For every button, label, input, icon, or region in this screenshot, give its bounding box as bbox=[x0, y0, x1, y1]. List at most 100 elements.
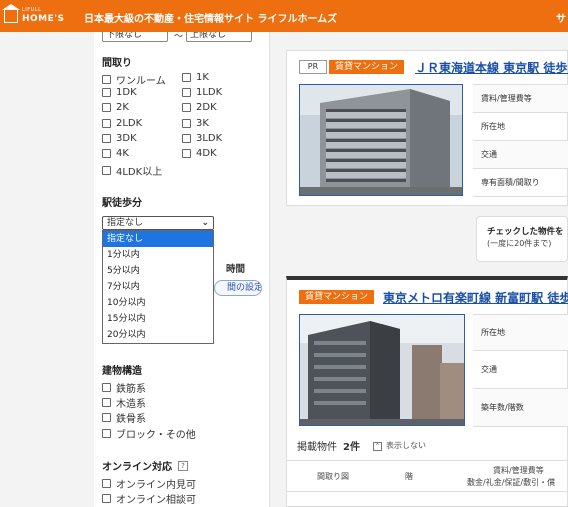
structure-checkbox[interactable]: 鉄骨系 bbox=[102, 410, 146, 425]
layout-label: 1LDK bbox=[196, 87, 223, 98]
layout-checkbox[interactable]: 4LDK以上 bbox=[102, 163, 162, 178]
walk-minutes-select[interactable]: 指定なし ⌄ bbox=[102, 216, 214, 230]
site-logo[interactable]: LIFULL HOME'S bbox=[2, 4, 64, 26]
bulk-inquiry-title: チェックした物件を bbox=[487, 227, 564, 237]
checkbox[interactable] bbox=[182, 88, 191, 97]
info-row-age-floors: 築年数/階数 bbox=[473, 389, 568, 427]
layout-label: 2LDK bbox=[116, 118, 143, 129]
rent-max-select[interactable]: 上限なし bbox=[186, 32, 252, 42]
checkbox[interactable] bbox=[102, 149, 111, 158]
checkbox[interactable] bbox=[102, 88, 111, 97]
listing-count-value: 2件 bbox=[343, 442, 360, 453]
structure-label: 鉄筋系 bbox=[116, 384, 146, 395]
walk-option[interactable]: 15分以内 bbox=[103, 311, 213, 327]
commute-settings-button[interactable]: 間の設定 bbox=[214, 280, 262, 296]
col-rent: 賃料/管理費等 bbox=[493, 466, 544, 475]
layout-checkbox[interactable]: 2K bbox=[102, 102, 129, 113]
property-photo[interactable] bbox=[299, 314, 465, 426]
structure-label: 鉄骨系 bbox=[116, 414, 146, 425]
bulk-inquiry-box[interactable]: チェックした物件を (一度に20件まで) bbox=[476, 216, 568, 262]
online-checkbox[interactable]: オンライン相談可 bbox=[102, 491, 196, 506]
checkbox[interactable] bbox=[102, 103, 111, 112]
listing-title-link[interactable]: 東京メトロ有楽町線 新富町駅 徒歩 bbox=[383, 289, 568, 306]
listing-info-table: 所在地 交通 築年数/階数 bbox=[473, 314, 568, 427]
rooms-table-header: 間取り図 階 賃料/管理費等 敷金/礼金/保証/敷引・償 bbox=[287, 460, 567, 492]
layout-checkbox[interactable]: 1LDK bbox=[182, 87, 222, 98]
hide-rooms-toggle[interactable]: ^ 表示しない bbox=[373, 440, 426, 451]
structure-checkbox[interactable]: 木造系 bbox=[102, 395, 146, 410]
listing-card: 賃貸マンション 東京メトロ有楽町線 新富町駅 徒歩 所在地 交通 築年数/階数 … bbox=[286, 276, 568, 507]
info-row-address: 所在地 bbox=[473, 315, 568, 351]
checkbox[interactable] bbox=[102, 383, 111, 392]
layout-checkbox[interactable]: 1DK bbox=[102, 87, 137, 98]
layout-checkbox[interactable]: ワンルーム bbox=[102, 72, 166, 87]
layout-label: 3DK bbox=[116, 133, 137, 144]
layout-label: 1DK bbox=[116, 87, 137, 98]
checkbox[interactable] bbox=[182, 149, 191, 158]
online-label: オンライン内見可 bbox=[116, 480, 196, 491]
walk-option[interactable]: 5分以内 bbox=[103, 263, 213, 279]
logo-small-text: LIFULL bbox=[22, 7, 42, 13]
property-type-badge: 賃貸マンション bbox=[329, 60, 405, 74]
checkbox[interactable] bbox=[102, 75, 111, 84]
walk-option[interactable]: 指定なし bbox=[103, 231, 213, 247]
chevron-up-icon: ^ bbox=[373, 442, 382, 451]
listing-info-table: 賃料/管理費等 所在地 交通 専有面積/間取り bbox=[473, 84, 568, 197]
online-checkbox[interactable]: オンライン内見可 bbox=[102, 476, 196, 491]
pr-badge: PR bbox=[299, 60, 327, 74]
info-row-access: 交通 bbox=[473, 141, 568, 169]
listing-card: PR 賃貸マンション ＪＲ東海道本線 東京駅 徒歩6 賃料/管理費等 所在地 交… bbox=[286, 50, 568, 206]
layout-checkbox[interactable]: 2DK bbox=[182, 102, 217, 113]
checkbox[interactable] bbox=[102, 429, 111, 438]
checkbox[interactable] bbox=[102, 398, 111, 407]
layout-checkbox[interactable]: 3K bbox=[182, 118, 209, 129]
checkbox[interactable] bbox=[102, 413, 111, 422]
layout-checkbox[interactable]: 4K bbox=[102, 148, 129, 159]
header-right-link[interactable]: サ bbox=[556, 10, 566, 25]
checkbox[interactable] bbox=[102, 479, 111, 488]
checkbox[interactable] bbox=[102, 134, 111, 143]
walk-selected-value: 指定なし bbox=[107, 218, 144, 228]
layout-checkbox[interactable]: 2LDK bbox=[102, 118, 142, 129]
structure-checkbox[interactable]: 鉄筋系 bbox=[102, 380, 146, 395]
structure-checkbox[interactable]: ブロック・その他 bbox=[102, 426, 196, 441]
layout-label: 2K bbox=[116, 102, 129, 113]
layout-label: 2DK bbox=[196, 102, 217, 113]
walk-minutes-dropdown[interactable]: 指定なし 1分以内 5分以内 7分以内 10分以内 15分以内 20分以内 bbox=[102, 230, 214, 344]
info-row-access: 交通 bbox=[473, 351, 568, 389]
checkbox[interactable] bbox=[182, 103, 191, 112]
building-image bbox=[300, 85, 462, 195]
layout-checkbox[interactable]: 4DK bbox=[182, 148, 217, 159]
checkbox[interactable] bbox=[102, 166, 111, 175]
commute-section-title: 時間 bbox=[226, 264, 246, 275]
layout-checkbox[interactable]: 1K bbox=[182, 72, 209, 83]
filter-sidebar: 下限なし ～ 上限なし 間取り ワンルーム 1K 1DK 1LDK 2K 2DK… bbox=[94, 32, 270, 507]
building-image bbox=[300, 315, 464, 425]
rent-min-select[interactable]: 下限なし bbox=[102, 32, 168, 42]
layout-checkbox[interactable]: 3LDK bbox=[182, 133, 222, 144]
layout-label: ワンルーム bbox=[116, 76, 166, 87]
header-tagline: 日本最大級の不動産・住宅情報サイト ライフルホームズ bbox=[84, 14, 338, 25]
listing-title-link[interactable]: ＪＲ東海道本線 東京駅 徒歩6 bbox=[415, 59, 568, 76]
walk-section-title: 駅徒歩分 bbox=[102, 198, 142, 209]
online-section-title: オンライン対応 ? bbox=[102, 458, 188, 473]
rent-range-tilde: ～ bbox=[174, 32, 184, 42]
structure-section-title: 建物構造 bbox=[102, 366, 142, 377]
checkbox[interactable] bbox=[102, 119, 111, 128]
walk-option[interactable]: 7分以内 bbox=[103, 279, 213, 295]
walk-option[interactable]: 20分以内 bbox=[103, 327, 213, 343]
layout-checkbox[interactable]: 3DK bbox=[102, 133, 137, 144]
checkbox[interactable] bbox=[102, 494, 111, 503]
walk-option[interactable]: 1分以内 bbox=[103, 247, 213, 263]
info-row-address: 所在地 bbox=[473, 113, 568, 141]
structure-label: ブロック・その他 bbox=[116, 430, 196, 441]
property-photo[interactable] bbox=[299, 84, 463, 196]
walk-option[interactable]: 10分以内 bbox=[103, 295, 213, 311]
checkbox[interactable] bbox=[182, 73, 191, 82]
col-floorplan: 間取り図 bbox=[317, 472, 349, 481]
help-icon[interactable]: ? bbox=[178, 460, 188, 471]
layout-label: 4K bbox=[116, 148, 129, 159]
checkbox[interactable] bbox=[182, 119, 191, 128]
checkbox[interactable] bbox=[182, 134, 191, 143]
listing-count: 掲載物件 2件 bbox=[297, 438, 360, 453]
